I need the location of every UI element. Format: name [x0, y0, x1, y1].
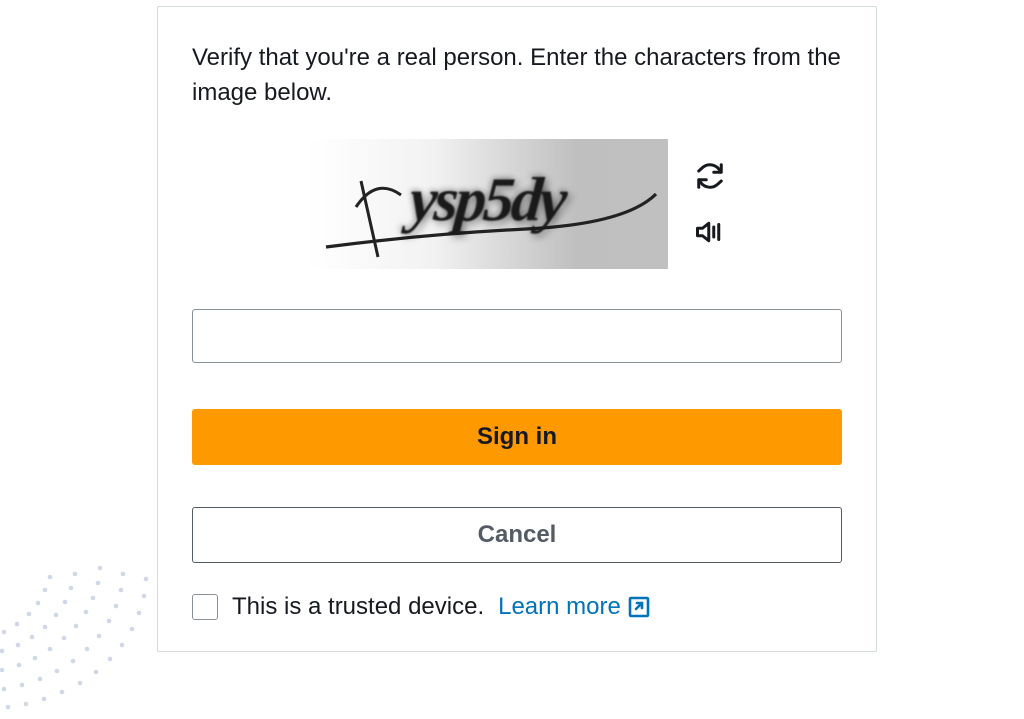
trusted-device-checkbox[interactable] [192, 594, 218, 620]
trusted-device-row: This is a trusted device. Learn more [192, 593, 842, 621]
captcha-row: ysp5dy [192, 139, 842, 269]
signin-button[interactable]: Sign in [192, 409, 842, 465]
captcha-input[interactable] [192, 309, 842, 363]
learn-more-text: Learn more [498, 593, 621, 621]
captcha-card: Verify that you're a real person. Enter … [157, 6, 877, 652]
trusted-device-label: This is a trusted device. [232, 593, 484, 621]
background-dots [0, 459, 160, 719]
cancel-button[interactable]: Cancel [192, 507, 842, 563]
audio-captcha-button[interactable] [692, 214, 728, 250]
refresh-captcha-button[interactable] [692, 158, 728, 194]
captcha-text: ysp5dy [407, 165, 567, 236]
learn-more-link[interactable]: Learn more [498, 593, 651, 621]
audio-icon [695, 217, 725, 247]
instructions-text: Verify that you're a real person. Enter … [192, 41, 842, 111]
refresh-icon [695, 161, 725, 191]
captcha-actions [692, 158, 728, 250]
external-link-icon [627, 595, 651, 619]
captcha-image: ysp5dy [306, 139, 668, 269]
